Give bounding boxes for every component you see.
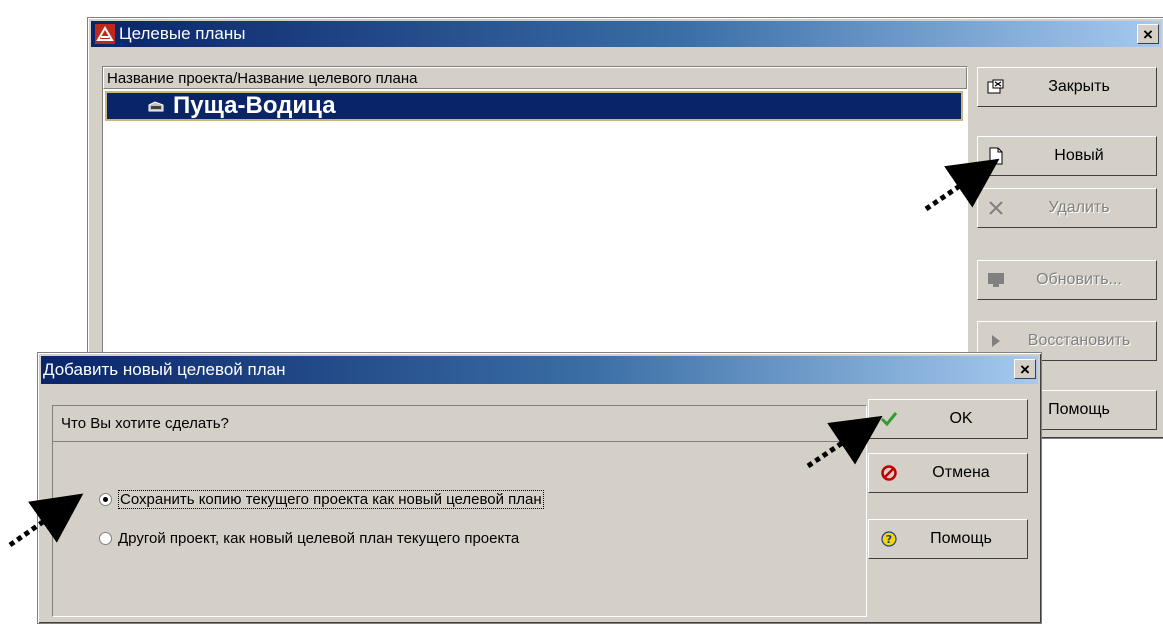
arrow-to-ok-button [806,415,883,469]
annotation-arrows [8,158,1000,548]
arrow-to-new-button [924,158,1000,212]
arrow-to-save-copy-option [8,493,84,548]
